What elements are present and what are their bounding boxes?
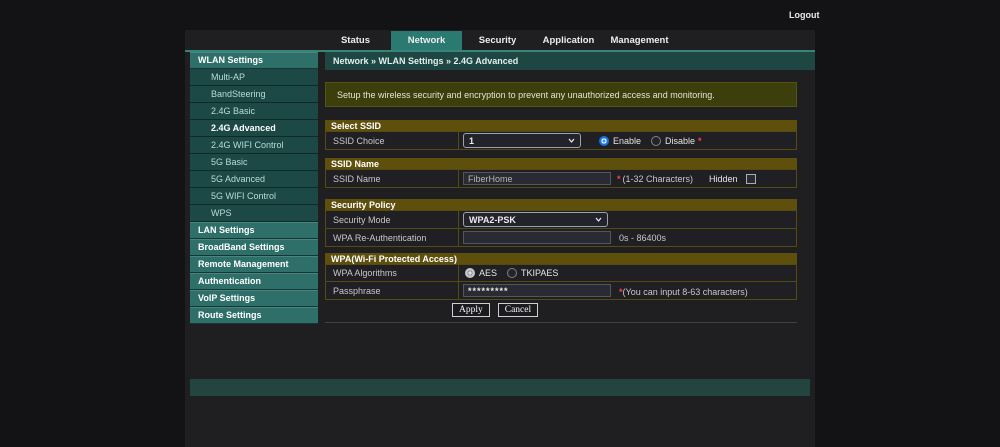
section-ssid-name: SSID Name SSID Name * (1-32 Characters) … — [325, 158, 797, 188]
ssid-name-hint: (1-32 Characters) — [623, 174, 694, 184]
form-bottom-border — [325, 322, 797, 323]
tab-network[interactable]: Network — [391, 31, 462, 50]
hidden-checkbox[interactable] — [746, 174, 756, 184]
hidden-checkbox-label: Hidden — [709, 174, 738, 184]
ssid-choice-selected-value: 1 — [469, 136, 474, 146]
row-security-mode: Security Mode WPA2-PSK — [325, 210, 797, 229]
sidebar-item-wlan-settings[interactable]: WLAN Settings — [190, 52, 318, 69]
tab-security[interactable]: Security — [462, 31, 533, 50]
wpa-algorithms-label: WPA Algorithms — [326, 265, 459, 281]
chevron-down-icon — [568, 138, 575, 143]
footer-bar — [190, 379, 810, 396]
security-mode-selected-value: WPA2-PSK — [469, 215, 516, 225]
logout-link[interactable]: Logout — [789, 10, 820, 20]
ssid-name-input[interactable] — [463, 172, 611, 185]
sidebar-item-authentication[interactable]: Authentication — [190, 273, 318, 290]
wpa-reauth-input[interactable] — [463, 231, 611, 244]
button-row: Apply Cancel — [325, 300, 797, 320]
sidebar-item-voip-settings[interactable]: VoIP Settings — [190, 290, 318, 307]
ssid-choice-label: SSID Choice — [326, 132, 459, 149]
info-banner: Setup the wireless security and encrypti… — [325, 82, 797, 107]
content-container: Status Network Security Application Mana… — [185, 30, 815, 447]
required-asterisk: * — [617, 174, 621, 184]
page: Logout Status Network Security Applicati… — [0, 0, 1000, 447]
tkipaes-radio[interactable] — [507, 268, 517, 278]
sidebar-item-5g-advanced[interactable]: 5G Advanced — [190, 171, 318, 188]
breadcrumb: Network » WLAN Settings » 2.4G Advanced — [325, 52, 815, 70]
apply-button[interactable]: Apply — [452, 303, 490, 317]
enable-radio-label: Enable — [613, 136, 641, 146]
passphrase-label: Passphrase — [326, 282, 459, 299]
sidebar-item-broadband-settings[interactable]: BroadBand Settings — [190, 239, 318, 256]
passphrase-input[interactable] — [463, 284, 611, 297]
row-wpa-reauth: WPA Re-Authentication 0s - 86400s — [325, 228, 797, 247]
sidebar: WLAN Settings Multi-AP BandSteering 2.4G… — [190, 52, 318, 324]
enable-radio[interactable] — [599, 136, 609, 146]
aes-radio[interactable] — [465, 268, 475, 278]
security-mode-select[interactable]: WPA2-PSK — [463, 212, 608, 227]
row-ssid-choice: SSID Choice 1 Enable Disable * — [325, 131, 797, 150]
required-asterisk: * — [698, 136, 702, 146]
sidebar-item-route-settings[interactable]: Route Settings — [190, 307, 318, 324]
disable-radio[interactable] — [651, 136, 661, 146]
row-ssid-name: SSID Name * (1-32 Characters) Hidden — [325, 169, 797, 188]
sidebar-item-24g-advanced[interactable]: 2.4G Advanced — [190, 120, 318, 137]
disable-radio-label: Disable — [665, 136, 695, 146]
row-wpa-algorithms: WPA Algorithms AES TKIPAES — [325, 264, 797, 282]
section-wpa: WPA(Wi-Fi Protected Access) WPA Algorith… — [325, 253, 797, 320]
chevron-down-icon — [595, 217, 602, 222]
sidebar-item-multi-ap[interactable]: Multi-AP — [190, 69, 318, 86]
tab-bar: Status Network Security Application Mana… — [320, 31, 675, 50]
tab-management[interactable]: Management — [604, 31, 675, 50]
tab-status[interactable]: Status — [320, 31, 391, 50]
sidebar-item-5g-wifi-control[interactable]: 5G WIFI Control — [190, 188, 318, 205]
ssid-name-label: SSID Name — [326, 170, 459, 187]
sidebar-item-5g-basic[interactable]: 5G Basic — [190, 154, 318, 171]
security-mode-label: Security Mode — [326, 211, 459, 228]
sidebar-item-bandsteering[interactable]: BandSteering — [190, 86, 318, 103]
passphrase-hint-wrap: *(You can input 8-63 characters) — [619, 282, 748, 300]
passphrase-hint: (You can input 8-63 characters) — [623, 287, 748, 297]
wpa-reauth-label: WPA Re-Authentication — [326, 229, 459, 246]
sidebar-item-remote-management[interactable]: Remote Management — [190, 256, 318, 273]
aes-radio-label: AES — [479, 268, 497, 278]
sidebar-item-24g-basic[interactable]: 2.4G Basic — [190, 103, 318, 120]
row-passphrase: Passphrase *(You can input 8-63 characte… — [325, 281, 797, 300]
tab-application[interactable]: Application — [533, 31, 604, 50]
sidebar-item-wps[interactable]: WPS — [190, 205, 318, 222]
tkipaes-radio-label: TKIPAES — [521, 268, 558, 278]
cancel-button[interactable]: Cancel — [498, 303, 538, 317]
section-security-policy: Security Policy Security Mode WPA2-PSK W… — [325, 199, 797, 247]
sidebar-item-24g-wifi-control[interactable]: 2.4G WIFI Control — [190, 137, 318, 154]
ssid-choice-select[interactable]: 1 — [463, 133, 581, 148]
sidebar-item-lan-settings[interactable]: LAN Settings — [190, 222, 318, 239]
wpa-reauth-hint: 0s - 86400s — [619, 233, 666, 243]
section-select-ssid: Select SSID SSID Choice 1 Enable Disable… — [325, 120, 797, 150]
